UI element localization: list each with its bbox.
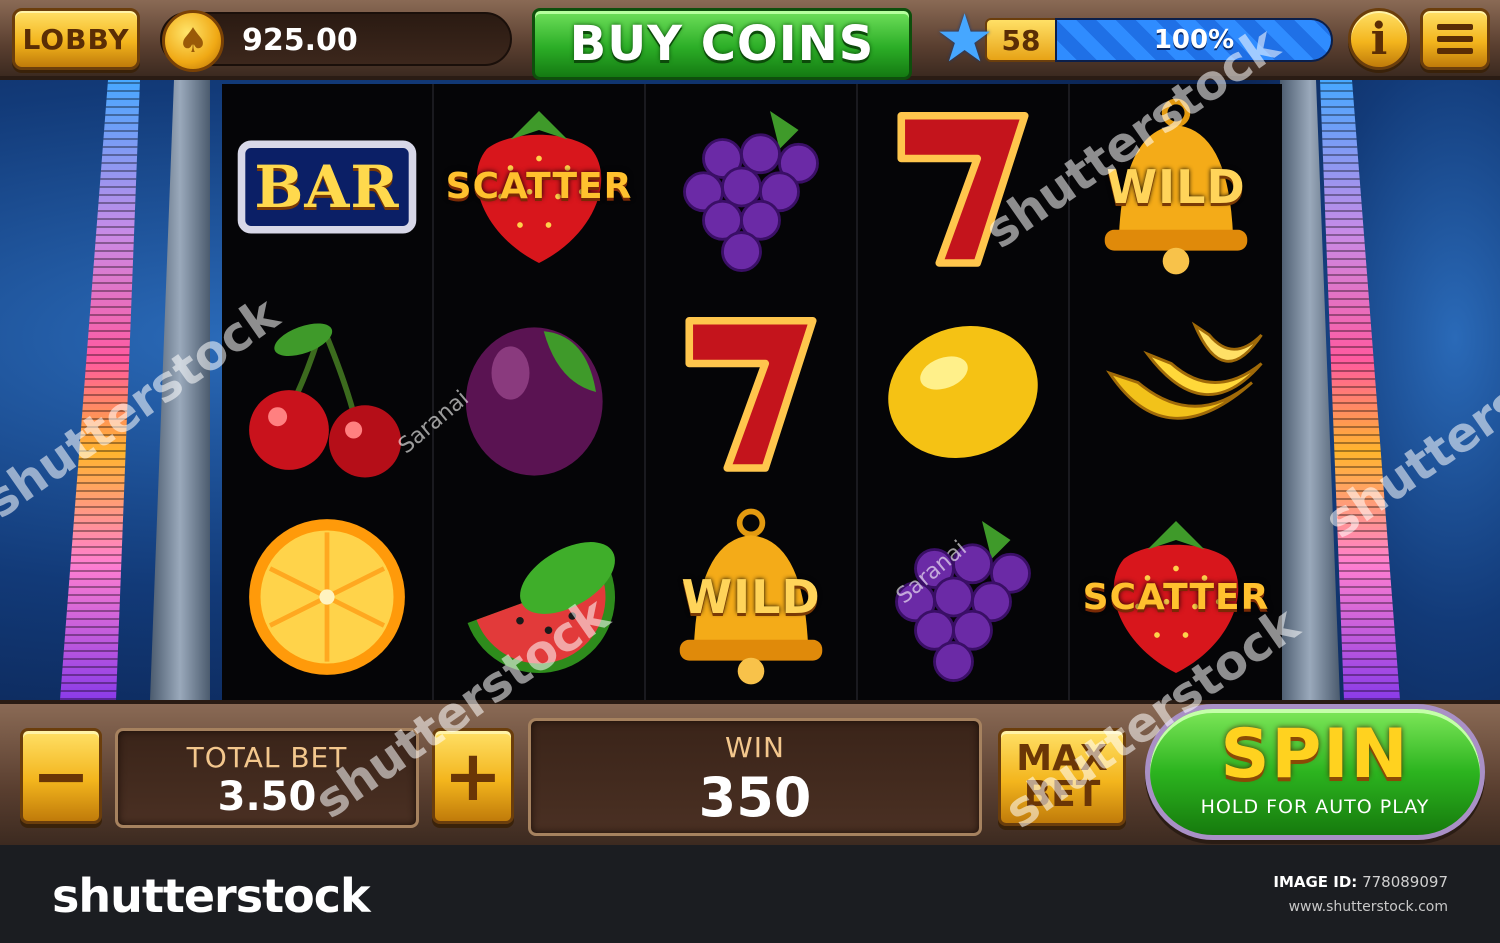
menu-line-icon bbox=[1437, 36, 1473, 42]
xp-bar: 100% bbox=[1055, 18, 1333, 62]
symbol-bar: BAR bbox=[222, 84, 432, 289]
reel-3: WILD bbox=[646, 84, 858, 700]
symbol-strawberry: SCATTER bbox=[434, 84, 644, 289]
brand-logo: shutterstock bbox=[52, 869, 371, 923]
xp-percent: 100% bbox=[1153, 25, 1235, 55]
xp-progress: 58 100% ★ bbox=[935, 6, 1333, 72]
coin-balance: ♠ 925.00 bbox=[160, 10, 512, 72]
max-bet-line1: MAX bbox=[1016, 738, 1108, 779]
menu-button[interactable] bbox=[1420, 8, 1490, 70]
symbol-bell: WILD bbox=[1070, 84, 1282, 289]
reel-5: WILD SCATTER bbox=[1070, 84, 1282, 700]
max-bet-button[interactable]: MAX BET bbox=[998, 728, 1126, 826]
control-bar: − TOTAL BET 3.50 + WIN 350 MAX BET SPIN … bbox=[0, 700, 1500, 845]
top-bar: LOBBY ♠ 925.00 BUY COINS 58 100% ★ i bbox=[0, 0, 1500, 80]
symbol-label: BAR bbox=[254, 152, 400, 221]
slot-game-screen: LOBBY ♠ 925.00 BUY COINS 58 100% ★ i BAR… bbox=[0, 0, 1500, 943]
grapes-icon bbox=[683, 110, 819, 272]
orange-icon bbox=[249, 519, 405, 676]
site-url: www.shutterstock.com bbox=[1288, 899, 1448, 915]
symbol-plum bbox=[434, 289, 644, 494]
star-icon: ★ bbox=[935, 0, 995, 77]
max-bet-line2: BET bbox=[1023, 774, 1101, 815]
symbol-seven bbox=[646, 289, 856, 494]
symbol-label: WILD bbox=[1106, 159, 1246, 214]
symbol-strawberry: SCATTER bbox=[1070, 495, 1282, 700]
total-bet-panel: TOTAL BET 3.50 bbox=[115, 728, 419, 828]
increase-bet-button[interactable]: + bbox=[432, 728, 514, 824]
spin-sub-label: HOLD FOR AUTO PLAY bbox=[1200, 796, 1430, 818]
coin-spade-icon: ♠ bbox=[162, 10, 224, 72]
symbol-banana bbox=[1070, 289, 1282, 494]
symbol-orange bbox=[222, 495, 432, 700]
seven-icon bbox=[685, 316, 817, 472]
total-bet-value: 3.50 bbox=[217, 774, 317, 820]
symbol-label: WILD bbox=[681, 570, 821, 625]
win-label: WIN bbox=[725, 731, 785, 764]
reel-1: BAR bbox=[222, 84, 434, 700]
lobby-button[interactable]: LOBBY bbox=[12, 8, 140, 70]
coin-balance-value: 925.00 bbox=[242, 23, 358, 58]
menu-line-icon bbox=[1437, 24, 1473, 30]
reel-area: BAR SCATTER WILD WILD SCATTER bbox=[222, 84, 1282, 700]
spin-label: SPIN bbox=[1220, 715, 1410, 794]
image-id-value: 778089097 bbox=[1362, 873, 1448, 891]
plum-icon bbox=[465, 327, 603, 476]
banana-icon bbox=[1106, 321, 1263, 420]
win-value: 350 bbox=[698, 766, 812, 829]
symbol-grapes bbox=[858, 495, 1068, 700]
win-panel: WIN 350 bbox=[528, 718, 982, 836]
symbol-grapes bbox=[646, 84, 856, 289]
symbol-bell: WILD bbox=[646, 495, 856, 700]
watermelon-icon bbox=[467, 542, 615, 674]
stock-footer: shutterstock IMAGE ID: 778089097 www.shu… bbox=[0, 845, 1500, 943]
reel-2: SCATTER bbox=[434, 84, 646, 700]
symbol-label: SCATTER bbox=[1082, 576, 1270, 618]
seven-icon bbox=[897, 111, 1029, 267]
cherry-icon bbox=[249, 323, 402, 478]
symbol-seven bbox=[858, 84, 1068, 289]
symbol-lemon bbox=[858, 289, 1068, 494]
menu-line-icon bbox=[1437, 48, 1473, 54]
symbol-label: SCATTER bbox=[445, 166, 633, 208]
symbol-watermelon bbox=[434, 495, 644, 700]
spin-button[interactable]: SPIN HOLD FOR AUTO PLAY bbox=[1145, 704, 1485, 840]
symbol-cherry bbox=[222, 289, 432, 494]
image-id: IMAGE ID: 778089097 bbox=[1273, 873, 1448, 891]
image-id-label: IMAGE ID: bbox=[1273, 873, 1358, 891]
reel-4 bbox=[858, 84, 1070, 700]
decrease-bet-button[interactable]: − bbox=[20, 728, 102, 824]
buy-coins-button[interactable]: BUY COINS bbox=[532, 8, 912, 80]
lemon-icon bbox=[888, 325, 1038, 459]
total-bet-label: TOTAL BET bbox=[186, 741, 348, 774]
info-button[interactable]: i bbox=[1348, 8, 1410, 70]
grapes-icon bbox=[895, 521, 1031, 683]
